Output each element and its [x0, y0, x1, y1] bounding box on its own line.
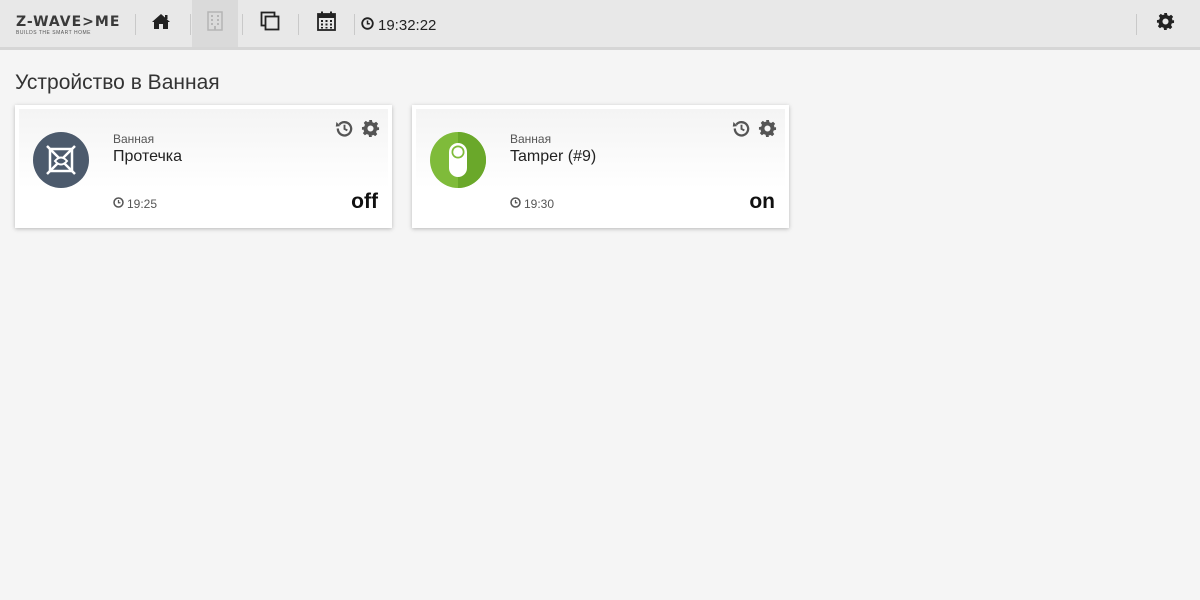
- building-icon: [207, 11, 223, 36]
- card-level: on: [749, 190, 775, 213]
- card-room: Ванная: [113, 132, 155, 146]
- nav-rooms-button[interactable]: [192, 0, 238, 47]
- card-level: off: [351, 190, 378, 213]
- nav-home-button[interactable]: [138, 0, 184, 47]
- nav-elements-button[interactable]: [247, 0, 293, 47]
- clone-icon: [260, 11, 280, 36]
- nav-separator: [242, 14, 243, 35]
- logo-tagline: BUILDS THE SMART HOME: [16, 30, 91, 36]
- card-time-text: 19:30: [524, 197, 555, 211]
- nav-separator: [1136, 14, 1137, 35]
- gear-icon[interactable]: [757, 118, 777, 138]
- page-title: Устройство в Ванная: [15, 71, 220, 94]
- flood-sensor-off-icon[interactable]: [33, 132, 89, 188]
- history-icon[interactable]: [334, 118, 354, 138]
- tamper-on-icon[interactable]: [430, 132, 486, 188]
- card-actions: [334, 118, 380, 138]
- nav-separator: [354, 14, 355, 35]
- clock-display: 19:32:22: [361, 15, 436, 35]
- card-device-name[interactable]: Tamper (#9): [510, 148, 596, 166]
- home-icon: [151, 13, 171, 35]
- card-update-time: 19:30: [510, 197, 554, 211]
- nav-separator: [298, 14, 299, 35]
- nav-events-button[interactable]: [303, 0, 349, 47]
- top-navbar: Z-WAVE>ME BUILDS THE SMART HOME 19:32:22: [0, 0, 1200, 50]
- calendar-icon: [316, 11, 336, 36]
- card-update-time: 19:25: [113, 197, 157, 211]
- logo-text: Z-WAVE>ME: [16, 14, 121, 30]
- card-actions: [731, 118, 777, 138]
- gear-icon[interactable]: [360, 118, 380, 138]
- gear-icon: [1156, 12, 1175, 36]
- card-room: Ванная: [510, 132, 552, 146]
- nav-separator: [135, 14, 136, 35]
- clock-icon: [361, 16, 374, 34]
- card-time-text: 19:25: [127, 197, 158, 211]
- nav-separator: [190, 14, 191, 35]
- history-icon[interactable]: [731, 118, 751, 138]
- clock-icon: [510, 197, 521, 211]
- zwave-me-logo[interactable]: Z-WAVE>ME BUILDS THE SMART HOME: [16, 14, 121, 38]
- device-card: Ванная Tamper (#9) 19:30 on: [412, 105, 789, 228]
- settings-button[interactable]: [1154, 12, 1176, 36]
- clock-icon: [113, 197, 124, 211]
- card-device-name[interactable]: Протечка: [113, 148, 182, 166]
- device-card: Ванная Протечка 19:25 off: [15, 105, 392, 228]
- clock-time: 19:32:22: [378, 16, 437, 34]
